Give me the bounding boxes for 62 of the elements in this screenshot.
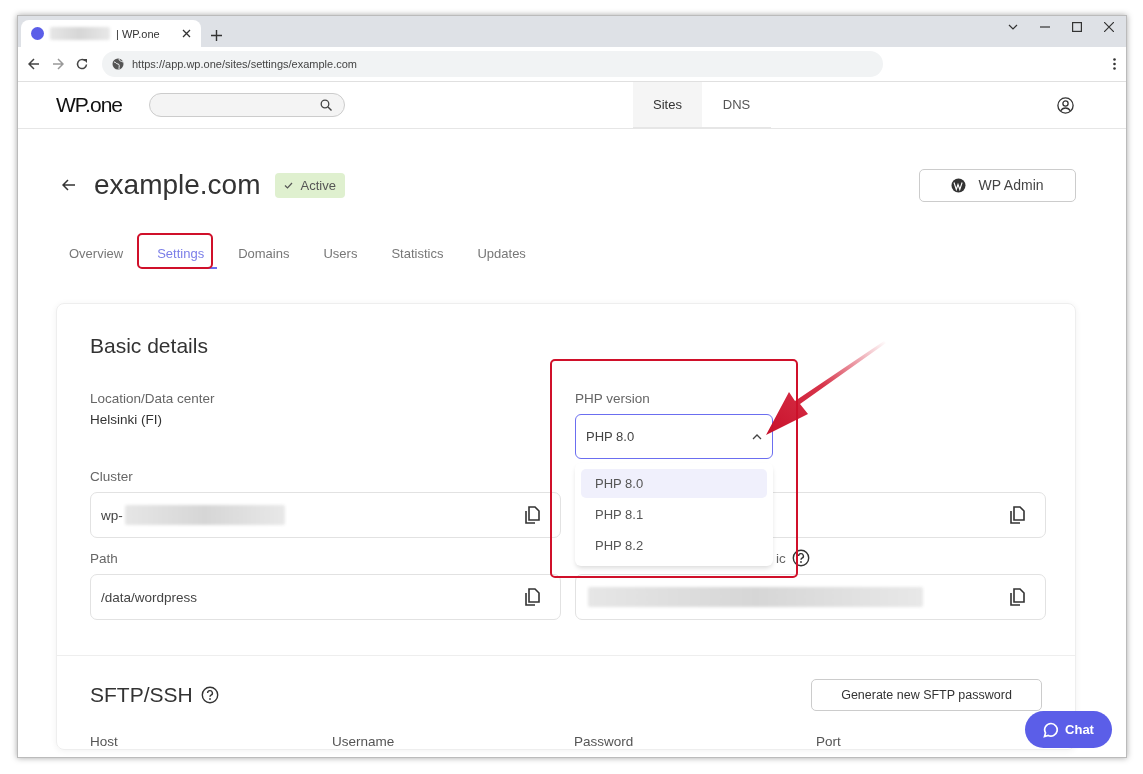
copy-icon[interactable] (1009, 506, 1025, 524)
field-label: PHP version (575, 390, 650, 406)
tab-title: | WP.one (116, 27, 160, 40)
close-icon[interactable] (1104, 22, 1114, 32)
dropdown-option[interactable]: PHP 8.2 (581, 531, 767, 560)
field-label: ic (776, 550, 786, 566)
chevron-icon (752, 433, 762, 440)
copy-icon[interactable] (1009, 588, 1025, 606)
section-tab[interactable]: Domains (225, 237, 303, 269)
section-tab[interactable]: Overview (56, 237, 137, 269)
forward-icon[interactable] (52, 58, 64, 70)
nav-tab[interactable]: Sites (633, 82, 702, 127)
section-tab[interactable]: Settings (144, 237, 218, 269)
readonly-field[interactable] (575, 574, 1046, 620)
globe-icon[interactable] (112, 58, 124, 70)
url-text: https://app.wp.one/sites/settings/example.com (132, 58, 357, 70)
chat-button[interactable]: Chat (1025, 711, 1112, 748)
logo[interactable]: WP.one (56, 93, 148, 117)
site-title: example.com (94, 169, 261, 201)
section-heading: Basic details (90, 334, 209, 358)
nav-tab[interactable]: DNS (702, 82, 771, 127)
check-icon (283, 181, 293, 189)
section-tab[interactable]: Users (310, 237, 371, 269)
user-icon[interactable] (1057, 96, 1074, 114)
column-header: Username (332, 734, 396, 749)
section-heading: SFTP/SSH (90, 683, 193, 707)
readonly-field[interactable]: wp- (90, 492, 561, 538)
section-tab[interactable]: Statistics (378, 237, 457, 269)
field-label: Path (90, 550, 118, 566)
field-value: Helsinki (FI) (90, 412, 163, 427)
browser-tab[interactable]: | WP.one (21, 20, 201, 47)
wordpress-icon (951, 177, 967, 193)
dropdown-option[interactable]: PHP 8.0 (581, 469, 767, 498)
back-icon[interactable] (28, 58, 40, 70)
column-header: Port (816, 734, 842, 749)
menu-icon[interactable] (1113, 58, 1116, 70)
maximize-icon[interactable] (1072, 22, 1082, 32)
wp-admin-button[interactable]: WP Admin (919, 168, 1076, 202)
address-bar[interactable]: https://app.wp.one/sites/settings/example.com (102, 51, 883, 77)
search-field[interactable] (149, 93, 345, 117)
favicon-icon (31, 27, 44, 40)
status-text: Active (300, 177, 336, 193)
new-tab-icon[interactable] (211, 30, 222, 41)
reload-icon[interactable] (76, 58, 88, 70)
back-arrow-icon[interactable] (62, 179, 76, 191)
copy-icon[interactable] (524, 506, 540, 524)
chevron-down-icon[interactable] (1008, 24, 1018, 30)
php-version-select[interactable]: PHP 8.0 (575, 414, 773, 459)
column-header: Password (574, 734, 635, 749)
generate-password-button[interactable]: Generate new SFTP password (811, 679, 1042, 711)
section-tab[interactable]: Updates (464, 237, 539, 269)
search-icon (320, 99, 332, 111)
dropdown-option[interactable]: PHP 8.1 (581, 500, 767, 529)
speech-bubble-icon (1043, 721, 1060, 738)
field-label: Cluster (90, 468, 133, 484)
help-icon[interactable] (200, 686, 219, 704)
readonly-field[interactable]: /data/wordpress (90, 574, 561, 620)
field-label: Location/Data center (90, 390, 215, 406)
copy-icon[interactable] (524, 588, 540, 606)
close-icon[interactable] (182, 29, 191, 38)
help-icon[interactable] (791, 549, 810, 567)
column-header: Host (90, 734, 119, 749)
